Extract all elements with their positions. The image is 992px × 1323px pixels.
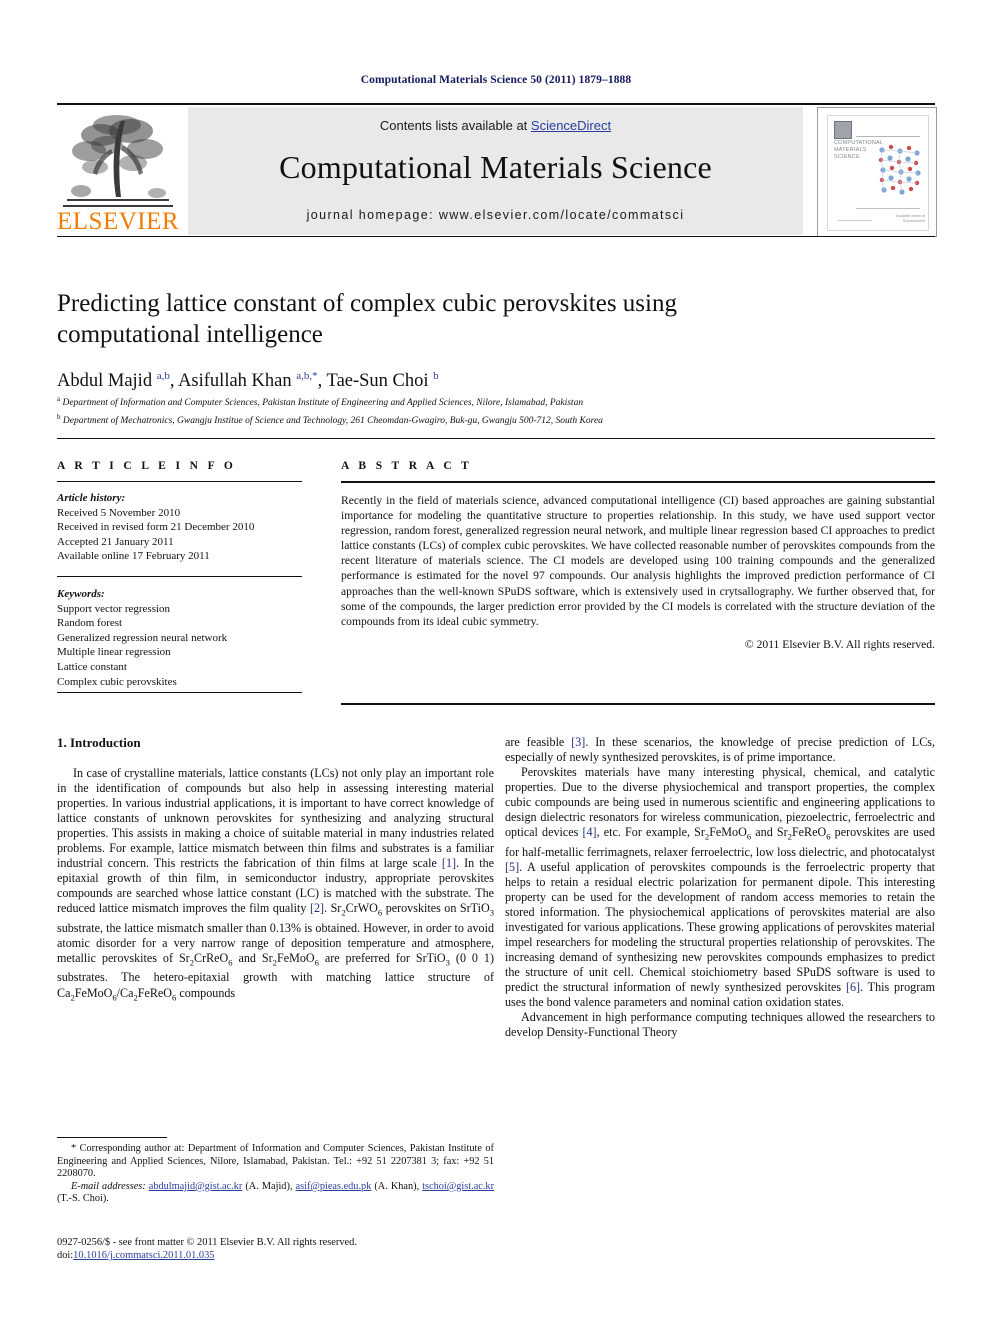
body-column-right: are feasible [3]. In these scenarios, th… bbox=[505, 735, 935, 1040]
paragraph: In case of crystalline materials, lattic… bbox=[57, 766, 495, 1002]
page-title: Predicting lattice constant of complex c… bbox=[57, 290, 677, 348]
citation-ref[interactable]: [2] bbox=[310, 901, 324, 915]
running-head: Computational Materials Science 50 (2011… bbox=[360, 74, 632, 86]
article-history-block: Article history: Received 5 November 201… bbox=[57, 491, 302, 564]
sciencedirect-link[interactable]: ScienceDirect bbox=[531, 118, 611, 133]
info-divider-top bbox=[57, 438, 935, 439]
history-item: Available online 17 February 2011 bbox=[57, 550, 210, 563]
history-item: Accepted 21 January 2011 bbox=[57, 535, 174, 548]
elsevier-logo: ELSEVIER bbox=[57, 109, 179, 235]
cover-footer-text: Available online at ScienceDirect bbox=[895, 214, 925, 223]
citation-ref[interactable]: [3] bbox=[571, 735, 585, 749]
abstract-rule bbox=[341, 481, 935, 483]
article-info-column: A R T I C L E I N F O Article history: R… bbox=[57, 460, 302, 689]
email-link-khan[interactable]: asif@pieas.edu.pk bbox=[296, 1181, 372, 1192]
history-item: Received 5 November 2010 bbox=[57, 506, 181, 519]
elsevier-divider bbox=[63, 205, 173, 207]
contents-prefix-text: Contents lists available at bbox=[379, 118, 531, 133]
author-list: Abdul Majid a,b, Asifullah Khan a,b,*, T… bbox=[57, 370, 439, 392]
paragraph: Perovskites materials have many interest… bbox=[505, 765, 935, 1010]
article-info-rule bbox=[57, 481, 302, 482]
journal-cover-thumbnail: COMPUTATIONAL MATERIALS SCIENCE Availabl… bbox=[817, 107, 937, 237]
keyword-item: Support vector regression bbox=[57, 602, 171, 615]
cover-inner: COMPUTATIONAL MATERIALS SCIENCE Availabl… bbox=[827, 115, 929, 231]
elsevier-tree-icon bbox=[61, 109, 175, 205]
cover-rule-top bbox=[856, 136, 920, 137]
body-column-left: 1. Introduction In case of crystalline m… bbox=[57, 735, 494, 1005]
email-addresses-note: E-mail addresses: abdulmajid@gist.ac.kr … bbox=[57, 1181, 494, 1206]
journal-band: Contents lists available at ScienceDirec… bbox=[188, 107, 803, 235]
cover-rule-bottom bbox=[856, 208, 920, 209]
citation-ref[interactable]: [4] bbox=[582, 825, 596, 839]
info-divider-bottom bbox=[57, 692, 302, 693]
footnote-divider bbox=[57, 1137, 167, 1138]
keyword-item: Random forest bbox=[57, 617, 123, 630]
email-link-choi[interactable]: tschoi@gist.ac.kr bbox=[422, 1181, 494, 1192]
keyword-item: Complex cubic perovskites bbox=[57, 675, 177, 688]
paragraph: Advancement in high performance computin… bbox=[505, 1010, 935, 1040]
journal-title: Computational Materials Science bbox=[279, 149, 712, 185]
cover-crystal-structure-art bbox=[875, 142, 923, 198]
article-info-heading: A R T I C L E I N F O bbox=[57, 460, 237, 472]
affiliation-list: a Department of Information and Computer… bbox=[57, 393, 857, 428]
email-owner-2: (A. Khan), bbox=[371, 1180, 423, 1192]
copyright-line: © 2011 Elsevier B.V. All rights reserved… bbox=[744, 637, 935, 651]
abstract-text: Recently in the field of materials scien… bbox=[341, 494, 935, 628]
citation-ref[interactable]: [5] bbox=[505, 860, 519, 874]
doi-line: doi:10.1016/j.commatsci.2011.01.035 bbox=[57, 1249, 494, 1262]
abstract-heading: A B S T R A C T bbox=[341, 460, 473, 472]
citation-ref[interactable]: [1] bbox=[442, 856, 456, 870]
keyword-item: Lattice constant bbox=[57, 660, 127, 673]
cover-badge-icon bbox=[834, 121, 852, 139]
keyword-item: Multiple linear regression bbox=[57, 646, 171, 659]
abstract-column: A B S T R A C T Recently in the field of… bbox=[341, 460, 935, 651]
email-owner-1: (A. Majid), bbox=[242, 1180, 296, 1192]
abstract-divider-bottom bbox=[341, 703, 935, 705]
contents-available-line: Contents lists available at ScienceDirec… bbox=[188, 118, 803, 133]
section-heading-introduction: 1. Introduction bbox=[57, 735, 141, 750]
issn-line: 0927-0256/$ - see front matter © 2011 El… bbox=[57, 1237, 357, 1248]
doi-label: doi: bbox=[57, 1250, 74, 1262]
keyword-item: Generalized regression neural network bbox=[57, 631, 228, 644]
journal-masthead: ELSEVIER Contents lists available at Sci… bbox=[57, 103, 937, 238]
footnote-block: * Corresponding author at: Department of… bbox=[57, 1143, 494, 1206]
keywords-divider bbox=[57, 575, 302, 577]
title-divider bbox=[57, 236, 935, 237]
email-label: E-mail addresses: bbox=[71, 1180, 146, 1192]
imprint-block: 0927-0256/$ - see front matter © 2011 El… bbox=[57, 1236, 494, 1262]
cover-footer-rule bbox=[838, 220, 872, 221]
email-link-majid[interactable]: abdulmajid@gist.ac.kr bbox=[149, 1181, 243, 1192]
cover-journal-title: COMPUTATIONAL MATERIALS SCIENCE bbox=[834, 140, 883, 160]
paragraph: are feasible [3]. In these scenarios, th… bbox=[505, 735, 935, 765]
doi-link[interactable]: 10.1016/j.commatsci.2011.01.035 bbox=[73, 1250, 214, 1261]
email-owner-3: (T.-S. Choi). bbox=[57, 1193, 109, 1205]
citation-ref[interactable]: [6] bbox=[846, 980, 860, 994]
history-item: Received in revised form 21 December 201… bbox=[57, 521, 255, 534]
corresponding-author-note: * Corresponding author at: Department of… bbox=[57, 1143, 494, 1180]
article-history-label: Article history: bbox=[57, 492, 126, 504]
affiliation-b: b Department of Mechatronics, Gwangju In… bbox=[57, 412, 603, 426]
journal-article-page: Computational Materials Science 50 (2011… bbox=[0, 0, 992, 1323]
keywords-label: Keywords: bbox=[57, 587, 105, 600]
keywords-block: Keywords: Support vector regression Rand… bbox=[57, 587, 302, 689]
elsevier-wordmark: ELSEVIER bbox=[57, 208, 180, 235]
journal-homepage-line: journal homepage: www.elsevier.com/locat… bbox=[306, 208, 685, 222]
affiliation-a: a Department of Information and Computer… bbox=[57, 395, 584, 409]
